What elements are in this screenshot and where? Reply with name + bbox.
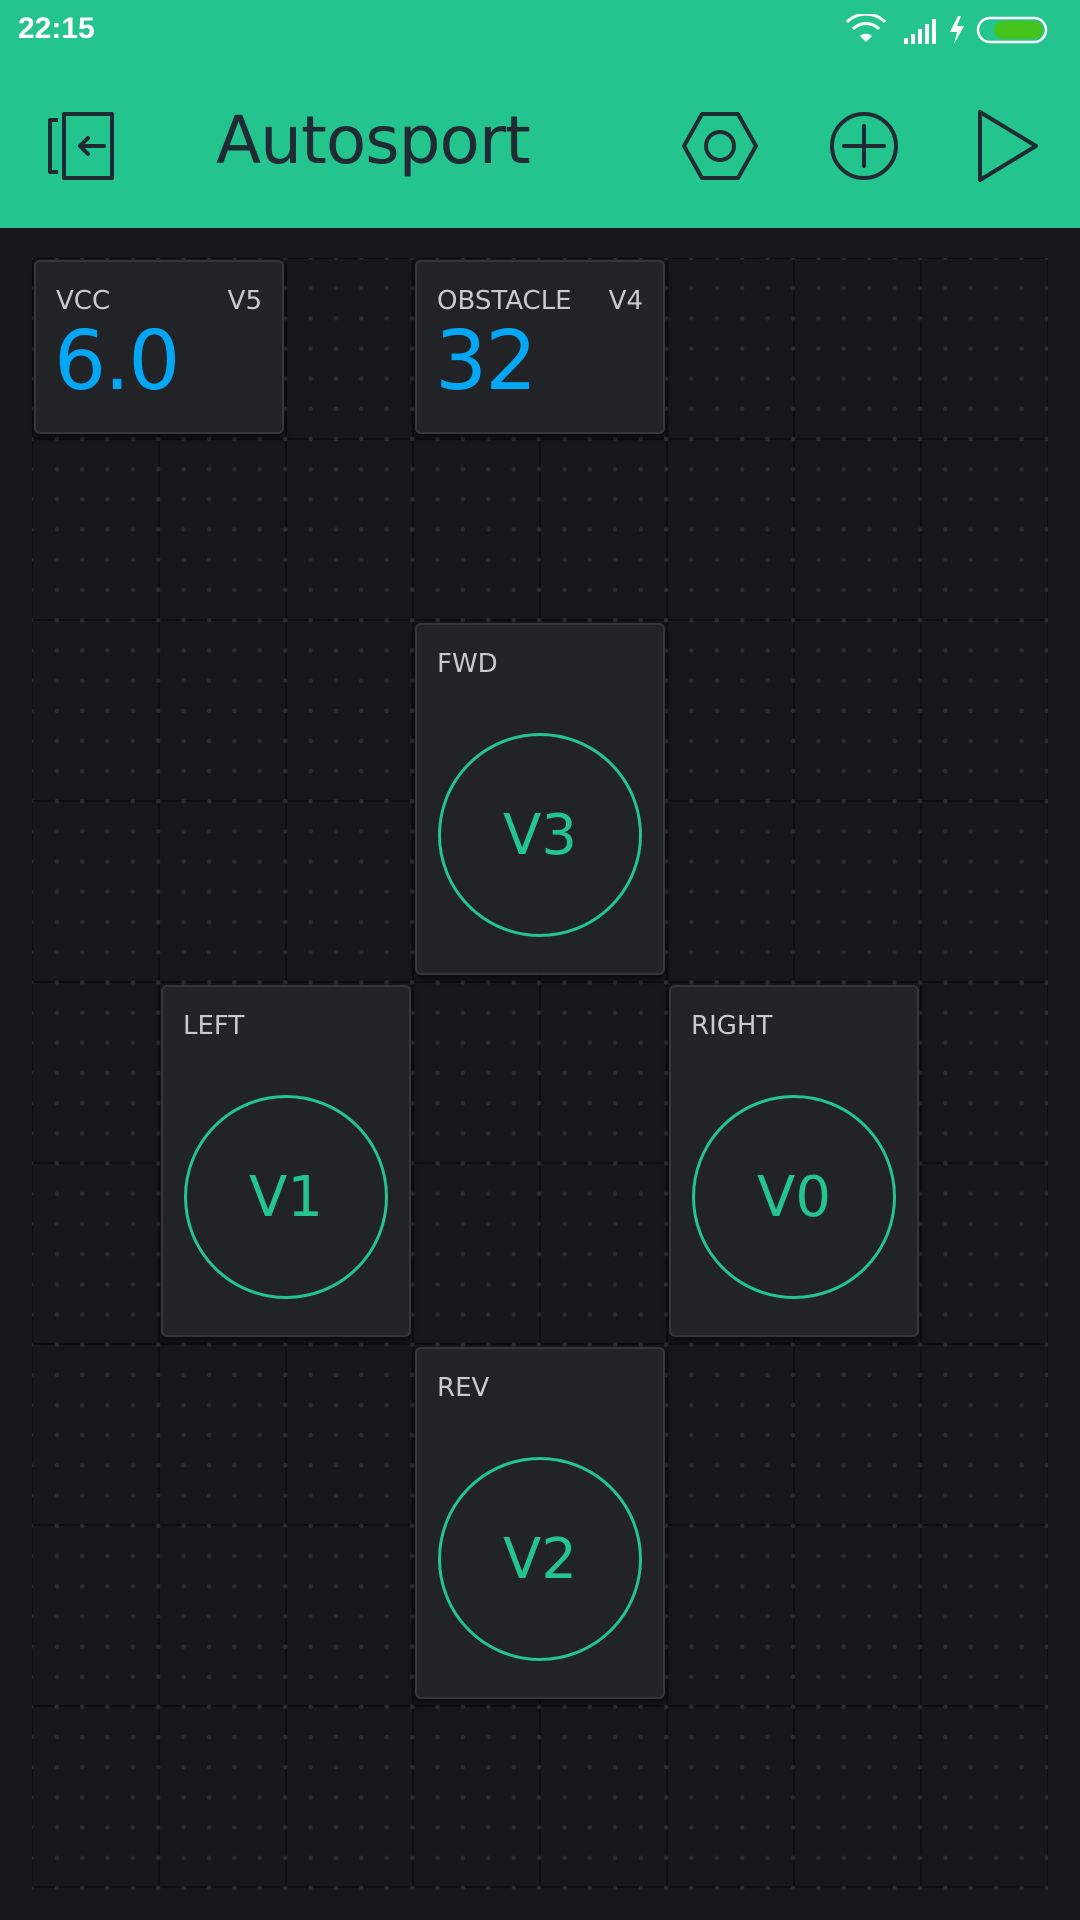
widget-label: LEFT — [183, 1011, 245, 1041]
widget-pin: V5 — [227, 286, 262, 316]
exit-icon[interactable] — [44, 108, 124, 184]
left-button[interactable]: V1 — [184, 1095, 388, 1299]
left-button-widget: LEFT V1 — [161, 985, 411, 1337]
rev-button[interactable]: V2 — [438, 1457, 642, 1661]
fwd-button[interactable]: V3 — [438, 733, 642, 937]
obstacle-value-display[interactable]: OBSTACLE V4 32 — [415, 260, 665, 434]
battery-icon — [976, 16, 1048, 44]
fwd-button-widget: FWD V3 — [415, 623, 665, 975]
page-title: Autosport — [216, 102, 531, 179]
wifi-icon — [846, 14, 887, 42]
signal-icon — [904, 19, 936, 44]
right-button[interactable]: V0 — [692, 1095, 896, 1299]
charging-icon — [950, 16, 964, 44]
settings-hexagon-icon[interactable] — [682, 110, 758, 182]
status-time: 22:15 — [18, 12, 95, 45]
button-pin-label: V1 — [249, 1164, 323, 1230]
widget-label: FWD — [437, 649, 498, 679]
rev-button-widget: REV V2 — [415, 1347, 665, 1699]
widget-pin: V4 — [608, 286, 643, 316]
widget-label: RIGHT — [691, 1011, 773, 1041]
play-icon[interactable] — [974, 108, 1040, 184]
button-pin-label: V2 — [503, 1526, 577, 1592]
app-bar: Autosport — [0, 60, 1080, 228]
widget-value: 6.0 — [54, 314, 180, 409]
button-pin-label: V0 — [757, 1164, 831, 1230]
dashboard-canvas: VCC V5 6.0 OBSTACLE V4 32 FWD V3 LEFT V1… — [32, 258, 1048, 1890]
status-icons — [846, 14, 1048, 44]
status-bar: 22:15 — [0, 0, 1080, 60]
widget-label: OBSTACLE — [437, 286, 572, 316]
widget-label: VCC — [56, 286, 111, 316]
right-button-widget: RIGHT V0 — [669, 985, 919, 1337]
widget-label: REV — [437, 1373, 490, 1403]
widget-value: 32 — [435, 314, 537, 409]
vcc-value-display[interactable]: VCC V5 6.0 — [34, 260, 284, 434]
button-pin-label: V3 — [503, 802, 577, 868]
add-circle-icon[interactable] — [828, 110, 900, 182]
